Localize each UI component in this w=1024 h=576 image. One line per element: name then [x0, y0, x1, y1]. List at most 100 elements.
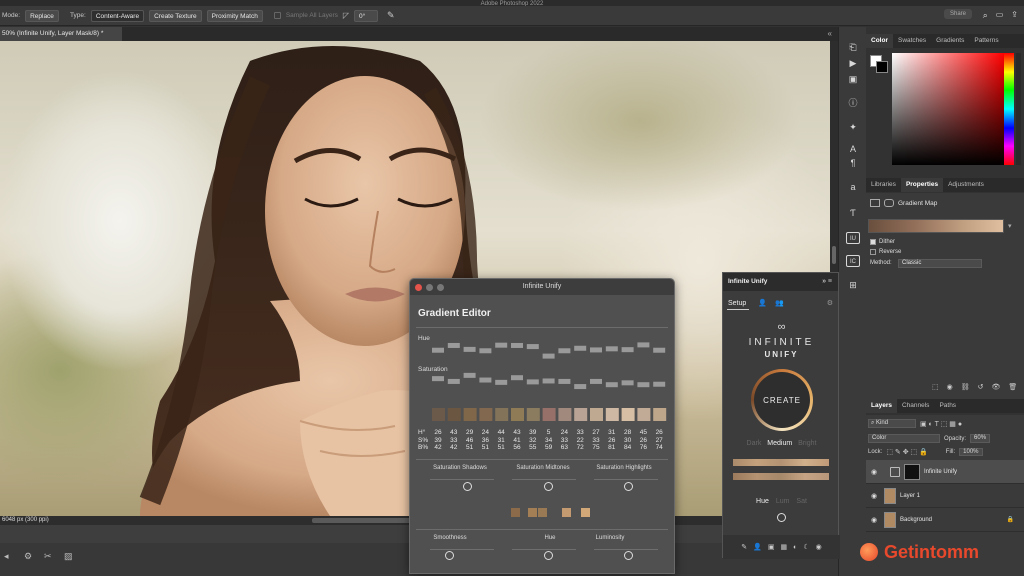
color-swatch[interactable]: [463, 408, 477, 421]
document-tab[interactable]: 50% (Infinite Unify, Layer Mask/8) *: [0, 27, 122, 41]
saturation-bar[interactable]: [526, 379, 539, 385]
hue-bar[interactable]: [621, 347, 634, 353]
mode-bright[interactable]: Bright: [798, 440, 816, 447]
slider-hue[interactable]: Hue: [756, 498, 769, 505]
reverse-checkbox[interactable]: [870, 249, 876, 255]
tab-color[interactable]: Color: [866, 34, 893, 48]
saturation-bar[interactable]: [574, 384, 587, 390]
create-button[interactable]: CREATE: [751, 369, 813, 431]
plugin-icon-3[interactable]: ⊞: [846, 279, 860, 291]
color-swatch[interactable]: [590, 408, 603, 421]
content-aware-button[interactable]: Content-Aware: [90, 9, 145, 22]
create-texture-button[interactable]: Create Texture: [149, 9, 202, 22]
hue-bar[interactable]: [526, 344, 539, 350]
mini-swatch[interactable]: [528, 508, 537, 517]
hue-bar[interactable]: [432, 347, 444, 353]
layer-mask-thumbnail[interactable]: [904, 463, 920, 480]
background-color-swatch[interactable]: [876, 61, 888, 73]
angle-input[interactable]: 0°: [354, 9, 379, 22]
hue-shift-slider[interactable]: [544, 551, 553, 560]
saturation-bar[interactable]: [463, 372, 476, 378]
brush-settings-icon[interactable]: ✦: [846, 121, 860, 133]
hue-bar[interactable]: [558, 348, 571, 354]
info-icon[interactable]: ⓘ: [846, 97, 860, 109]
panel-menu-icon[interactable]: » ≡: [822, 273, 832, 291]
saturation-bar[interactable]: [447, 378, 460, 384]
visibility-icon[interactable]: 👁: [992, 383, 1001, 391]
method-select[interactable]: Classic: [898, 259, 982, 268]
pressure-icon[interactable]: ✎: [387, 10, 395, 21]
hue-slider[interactable]: [1004, 53, 1014, 165]
share-icon[interactable]: ⇪: [1011, 10, 1018, 21]
lock-icons[interactable]: ⬚ ✎ ✥ ⬚ 🔒: [886, 448, 927, 456]
layer-row[interactable]: ◉ Layer 1: [866, 484, 1024, 508]
mini-swatch[interactable]: [562, 508, 571, 517]
luminosity-slider[interactable]: [624, 551, 633, 560]
saturation-highlights-slider[interactable]: [624, 482, 633, 491]
tab-properties[interactable]: Properties: [900, 178, 944, 192]
fill-input[interactable]: 100%: [959, 448, 983, 456]
color-swatch[interactable]: [621, 408, 635, 421]
saturation-bar[interactable]: [558, 378, 571, 384]
history-icon[interactable]: ⎗: [846, 41, 860, 53]
link-icon[interactable]: ⛓: [961, 383, 970, 391]
slider-sat[interactable]: Sat: [796, 498, 807, 505]
view-previous-icon[interactable]: ◉: [947, 383, 953, 391]
mask-icon[interactable]: ▣: [768, 543, 775, 551]
share-button[interactable]: Share: [943, 9, 972, 19]
layer-row[interactable]: ◉ Infinite Unify: [866, 460, 1024, 484]
saturation-bar[interactable]: [605, 382, 618, 388]
eye-icon[interactable]: ◉: [868, 492, 880, 500]
trash-icon[interactable]: 🗑: [1008, 383, 1017, 391]
saturation-bar[interactable]: [495, 379, 508, 385]
vertical-scroll-thumb[interactable]: [832, 246, 836, 264]
saturation-bar[interactable]: [621, 380, 634, 386]
clone-source-icon[interactable]: ▣: [846, 73, 860, 85]
mode-medium[interactable]: Medium: [767, 440, 792, 447]
slider-lum[interactable]: Lum: [776, 498, 790, 505]
color-swatch[interactable]: [447, 408, 461, 421]
color-swatch[interactable]: [574, 408, 588, 421]
mini-swatch[interactable]: [581, 508, 590, 517]
chevron-down-icon[interactable]: ▾: [1008, 222, 1012, 230]
color-swatch[interactable]: [637, 408, 651, 421]
hue-bar[interactable]: [542, 353, 555, 359]
tab-swatches[interactable]: Swatches: [893, 34, 931, 48]
color-swatch[interactable]: [432, 408, 445, 421]
color-swatch[interactable]: [495, 408, 509, 421]
glyphs-icon[interactable]: a: [846, 181, 860, 193]
layer-row[interactable]: ◉ Background 🔒: [866, 508, 1024, 532]
saturation-bar[interactable]: [542, 378, 555, 384]
user-icon[interactable]: 👤: [758, 300, 767, 307]
tab-paths[interactable]: Paths: [934, 399, 961, 413]
play-icon[interactable]: ▶: [846, 57, 860, 69]
hue-bar[interactable]: [574, 345, 587, 351]
filter-icons[interactable]: ▣ ◐ T ⬚ ▦ ●: [920, 420, 962, 428]
hue-bar[interactable]: [590, 347, 602, 353]
color-swatch[interactable]: [605, 408, 619, 421]
hue-bar[interactable]: [495, 342, 508, 348]
tab-channels[interactable]: Channels: [897, 399, 934, 413]
blend-mode-select[interactable]: Color: [868, 434, 940, 443]
moon-icon[interactable]: ☾: [803, 543, 809, 551]
mini-swatch[interactable]: [538, 508, 547, 517]
tab-patterns[interactable]: Patterns: [969, 34, 1003, 48]
reset-icon[interactable]: ↺: [978, 383, 984, 391]
eye-icon[interactable]: ◉: [816, 543, 822, 551]
saturation-shadows-slider[interactable]: [463, 482, 472, 491]
color-swatch[interactable]: [542, 408, 556, 421]
dither-option[interactable]: Dither: [870, 239, 895, 245]
plugin-icon-1[interactable]: IU: [846, 232, 860, 244]
hue-bar[interactable]: [447, 342, 460, 348]
unify-hue-slider[interactable]: [777, 513, 786, 522]
saturation-bar[interactable]: [479, 377, 492, 383]
character-icon[interactable]: A: [846, 143, 860, 155]
hue-bar[interactable]: [479, 348, 492, 354]
arrow-left-icon[interactable]: ◂: [4, 551, 9, 562]
saturation-bar[interactable]: [653, 381, 666, 387]
saturation-bar[interactable]: [432, 376, 444, 382]
smoothness-slider[interactable]: [445, 551, 454, 560]
hue-bar[interactable]: [653, 347, 666, 353]
tab-gradients[interactable]: Gradients: [931, 34, 969, 48]
clip-icon[interactable]: ⬚: [932, 383, 939, 391]
